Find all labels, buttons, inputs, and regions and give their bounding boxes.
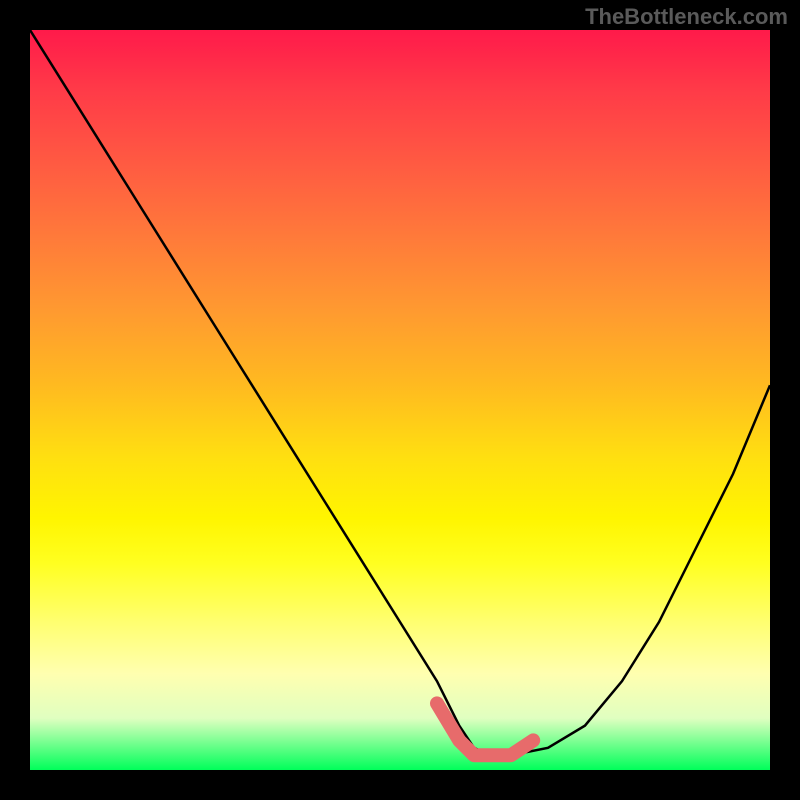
chart-plot-area: [30, 30, 770, 770]
site-watermark: TheBottleneck.com: [585, 4, 788, 30]
chart-svg: [30, 30, 770, 770]
bottleneck-curve-line: [30, 30, 770, 755]
